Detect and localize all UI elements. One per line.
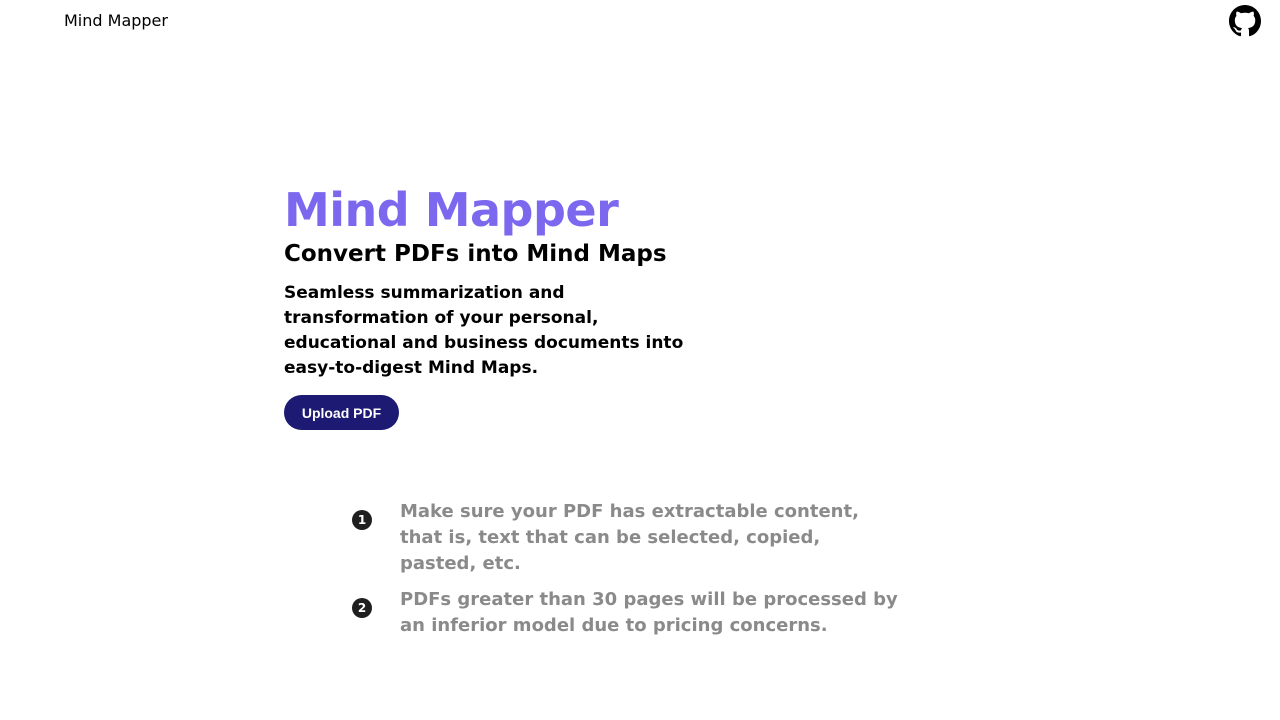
tips-list: 1 Make sure your PDF has extractable con… [350, 499, 910, 675]
tip-text: PDFs greater than 30 pages will be proce… [400, 589, 898, 636]
upload-pdf-button[interactable]: Upload PDF [284, 395, 399, 430]
number-one-icon: 1 [352, 510, 372, 530]
page-subtitle: Convert PDFs into Mind Maps [284, 241, 667, 267]
top-bar: Mind Mapper [0, 0, 1280, 44]
hero-section: Mind Mapper Convert PDFs into Mind Maps … [284, 182, 884, 381]
brand-name[interactable]: Mind Mapper [64, 11, 168, 31]
tip-text: Make sure your PDF has extractable conte… [400, 501, 859, 574]
github-icon [1229, 5, 1261, 37]
tip-item: 1 Make sure your PDF has extractable con… [350, 499, 910, 587]
github-link[interactable] [1229, 5, 1261, 37]
number-two-icon: 2 [352, 598, 372, 618]
tip-item: 2 PDFs greater than 30 pages will be pro… [350, 587, 910, 675]
page-title: Mind Mapper [284, 183, 619, 237]
page-description: Seamless summarization and transformatio… [284, 283, 684, 378]
